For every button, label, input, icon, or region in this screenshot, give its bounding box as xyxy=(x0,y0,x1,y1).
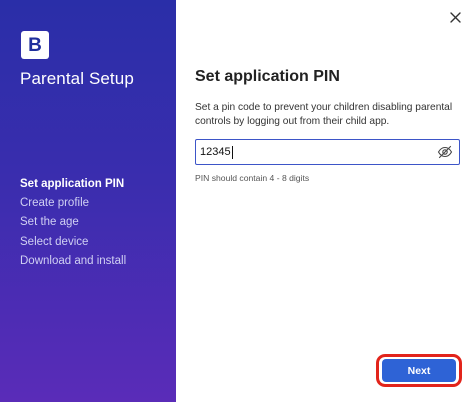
setup-content: Set application PIN Set a pin code to pr… xyxy=(176,0,474,402)
close-icon xyxy=(449,11,461,23)
next-button-highlight: Next xyxy=(376,354,462,387)
setup-steps: Set application PIN Create profile Set t… xyxy=(20,175,170,271)
brand-logo-letter: B xyxy=(28,34,42,56)
eye-off-icon xyxy=(437,145,453,159)
toggle-pin-visibility-button[interactable] xyxy=(435,142,455,162)
parental-setup-dialog: B Parental Setup Set application PIN Cre… xyxy=(0,0,474,402)
sidebar-title: Parental Setup xyxy=(20,69,134,88)
step-create-profile[interactable]: Create profile xyxy=(20,194,170,213)
step-download-and-install[interactable]: Download and install xyxy=(20,252,170,271)
step-set-application-pin[interactable]: Set application PIN xyxy=(20,175,170,194)
setup-sidebar: B Parental Setup Set application PIN Cre… xyxy=(0,0,176,402)
brand-logo: B xyxy=(21,31,49,59)
next-button[interactable]: Next xyxy=(382,359,456,382)
pin-input-value: 12345 xyxy=(200,146,231,158)
pin-input[interactable]: 12345 xyxy=(196,140,435,164)
page-description: Set a pin code to prevent your children … xyxy=(195,102,453,127)
text-caret xyxy=(231,145,233,159)
pin-input-field[interactable]: 12345 xyxy=(195,139,460,165)
page-title: Set application PIN xyxy=(195,68,340,85)
close-button[interactable] xyxy=(446,8,464,26)
step-select-device[interactable]: Select device xyxy=(20,233,170,252)
step-set-the-age[interactable]: Set the age xyxy=(20,213,170,232)
pin-helper-text: PIN should contain 4 - 8 digits xyxy=(195,173,310,183)
